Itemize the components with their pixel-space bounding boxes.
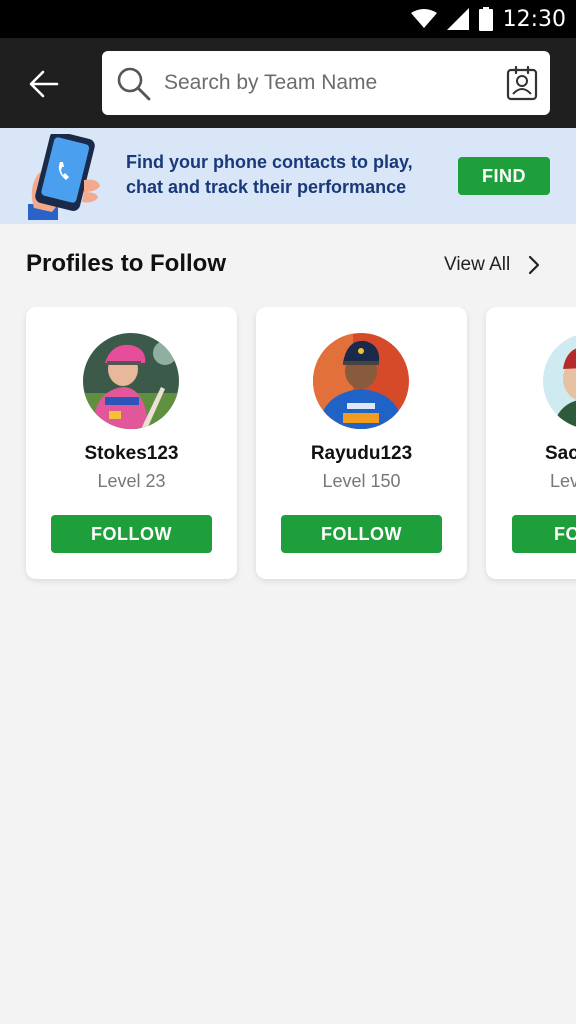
avatar bbox=[83, 333, 179, 429]
profile-level: Lev bbox=[550, 471, 576, 491]
top-app-bar bbox=[0, 38, 576, 128]
contact-card-icon[interactable] bbox=[506, 65, 538, 101]
view-all-label: View All bbox=[444, 254, 511, 275]
follow-button[interactable]: FOLLOW bbox=[51, 515, 212, 553]
phone-in-hand-icon bbox=[28, 134, 100, 220]
player-photo-stokes bbox=[83, 333, 179, 429]
back-button[interactable] bbox=[22, 62, 66, 106]
view-all-link[interactable]: View All bbox=[444, 254, 540, 276]
player-photo-rayudu bbox=[313, 333, 409, 429]
follow-button[interactable]: FO bbox=[512, 515, 576, 553]
profile-card[interactable]: Stokes123 Level 23 FOLLOW bbox=[26, 307, 237, 579]
find-button[interactable]: FIND bbox=[458, 157, 550, 195]
arrow-left-icon bbox=[29, 70, 59, 98]
player-photo-partial bbox=[543, 333, 576, 429]
search-input[interactable] bbox=[164, 51, 494, 115]
find-contacts-banner: Find your phone contacts to play, chat a… bbox=[0, 128, 576, 224]
profile-name: Sac bbox=[545, 443, 576, 464]
profile-name: Rayudu123 bbox=[310, 443, 413, 464]
avatar bbox=[543, 333, 576, 429]
signal-icon bbox=[446, 8, 469, 30]
profiles-carousel[interactable]: Stokes123 Level 23 FOLLOW Rayudu123 Leve… bbox=[0, 307, 576, 587]
battery-icon bbox=[478, 7, 493, 31]
follow-button[interactable]: FOLLOW bbox=[281, 515, 442, 553]
search-box[interactable] bbox=[102, 51, 550, 115]
profile-name: Stokes123 bbox=[84, 443, 179, 464]
section-title: Profiles to Follow bbox=[26, 250, 227, 277]
status-time: 12:30 bbox=[502, 6, 566, 32]
search-icon bbox=[117, 67, 151, 101]
profile-card[interactable]: Rayudu123 Level 150 FOLLOW bbox=[256, 307, 467, 579]
profile-level: Level 23 bbox=[97, 471, 166, 491]
profile-level: Level 150 bbox=[322, 471, 401, 491]
status-icons: 12:30 bbox=[410, 6, 566, 32]
chevron-right-icon bbox=[529, 255, 540, 275]
status-bar: 12:30 bbox=[0, 0, 576, 38]
profile-card[interactable]: Sac Lev FO bbox=[486, 307, 576, 579]
avatar bbox=[313, 333, 409, 429]
banner-text: Find your phone contacts to play, chat a… bbox=[126, 152, 413, 197]
wifi-icon bbox=[410, 9, 437, 28]
